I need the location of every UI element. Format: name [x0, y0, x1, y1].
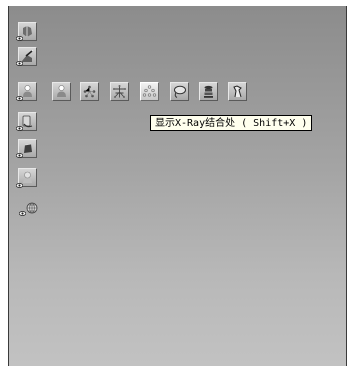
- eye-icon: [16, 96, 23, 101]
- stack-icon[interactable]: [199, 82, 218, 101]
- viewport-panel: [8, 6, 347, 366]
- x-ray-joint-cluster-icon[interactable]: [140, 82, 159, 101]
- pin-icon[interactable]: [228, 82, 247, 101]
- lasso-icon[interactable]: [170, 82, 189, 101]
- eye-icon: [16, 153, 23, 158]
- tooltip: 显示X-Ray结合处 ( Shift+X ): [150, 115, 313, 131]
- eye-icon: [16, 36, 23, 41]
- eye-icon: [16, 126, 23, 131]
- x-ray-joints-icon[interactable]: [110, 82, 129, 101]
- joint-icon[interactable]: [52, 82, 71, 101]
- eye-icon: [19, 211, 26, 216]
- eye-icon: [16, 61, 23, 66]
- eye-icon: [16, 183, 23, 188]
- joint-stars-icon[interactable]: [80, 82, 99, 101]
